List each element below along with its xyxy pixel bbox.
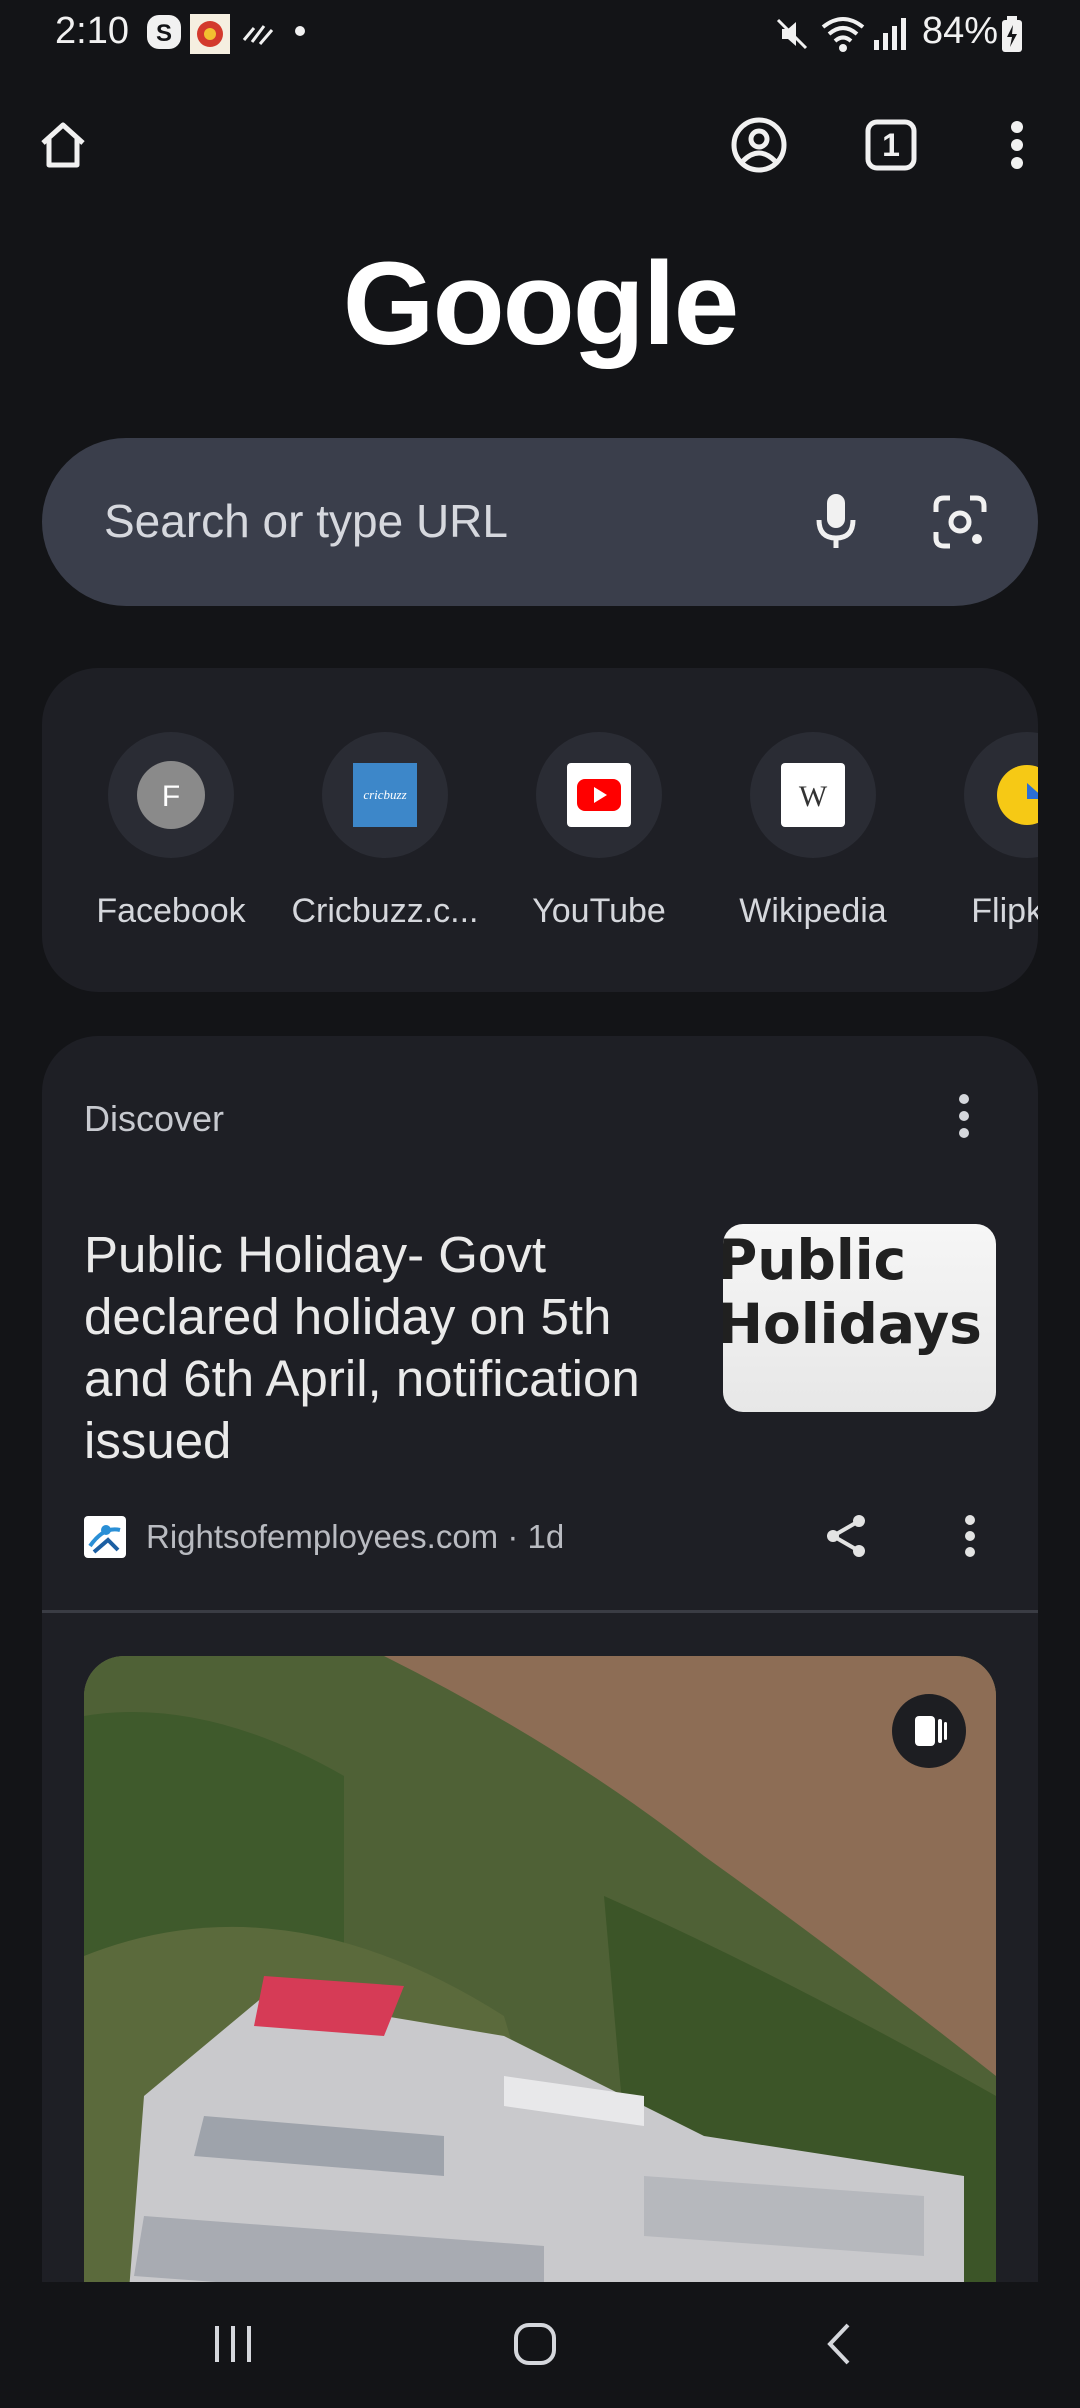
google-logo: Google [342, 238, 739, 370]
mountain-temple-image [84, 1656, 996, 2356]
more-options-button[interactable] [972, 100, 1062, 190]
recent-apps-icon [215, 2326, 251, 2362]
more-notifications-dot-icon [294, 24, 308, 38]
thumbnail-text: Public Holidays [723, 1228, 982, 1356]
video-badge [892, 1694, 966, 1768]
tab-count: 1 [882, 126, 900, 163]
mute-icon [772, 14, 812, 54]
status-time: 2:10 [55, 10, 129, 52]
shortcut-label: Facebook [96, 892, 246, 930]
voice-search-button[interactable] [800, 486, 872, 558]
search-placeholder[interactable]: Search or type URL [104, 494, 508, 548]
shortcut-facebook[interactable]: F Facebook [64, 732, 278, 931]
wikipedia-logo-icon: W [781, 763, 845, 827]
share-icon [827, 1515, 865, 1557]
battery-charging-icon [1000, 14, 1026, 54]
tab-switcher-button[interactable]: 1 [846, 100, 936, 190]
video-icon [915, 1716, 947, 1746]
more-vert-icon [959, 1094, 969, 1138]
facebook-letter-icon: F [137, 761, 205, 829]
mic-icon [816, 494, 856, 548]
skype-notification-icon: S [146, 14, 186, 54]
shortcut-label: Cricbuzz.c... [291, 892, 479, 930]
svg-text:W: W [799, 780, 828, 813]
youtube-logo-icon [567, 763, 631, 827]
wifi-icon [820, 14, 868, 54]
shortcut-flipkart[interactable]: Flipkart [920, 732, 1038, 931]
svg-text:cricbuzz: cricbuzz [363, 787, 406, 802]
shortcut-label: YouTube [532, 892, 666, 930]
account-button[interactable] [714, 100, 804, 190]
search-box[interactable]: Search or type URL [42, 438, 1038, 606]
article-source: Rightsofemployees.com · 1d [146, 1518, 565, 1555]
discover-header: Discover [84, 1098, 225, 1139]
discover-options-button[interactable] [934, 1086, 994, 1146]
most-visited-tiles: F Facebook cricbuzz Cricbuzz.c... YouTub… [42, 668, 1038, 992]
home-icon [41, 122, 85, 168]
more-vert-icon [1011, 121, 1023, 169]
article-thumbnail[interactable]: Public Holidays [723, 1224, 996, 1412]
battery-percent: 84% [921, 10, 998, 52]
back-chevron-icon [827, 2323, 850, 2365]
shortcut-wikipedia[interactable]: W Wikipedia [706, 732, 920, 931]
home-circle-icon [514, 2323, 556, 2365]
signal-icon [870, 14, 910, 54]
browser-toolbar: 1 [0, 100, 1080, 190]
shortcut-cricbuzz[interactable]: cricbuzz Cricbuzz.c... [278, 732, 492, 931]
app-notification-icon [190, 14, 230, 54]
shortcut-youtube[interactable]: YouTube [492, 732, 706, 931]
discover-feed: Discover Public Holiday- Govt declared h… [42, 1036, 1038, 2408]
source-favicon-icon [84, 1516, 126, 1558]
system-navigation-bar [0, 2282, 1080, 2408]
share-button[interactable] [816, 1506, 876, 1566]
data-saver-icon [240, 14, 280, 54]
shortcut-label: Wikipedia [739, 892, 887, 930]
cricbuzz-logo-icon: cricbuzz [353, 763, 417, 827]
svg-text:S: S [156, 20, 172, 47]
lens-search-button[interactable] [924, 486, 996, 558]
google-lens-icon [933, 495, 987, 549]
status-bar: 2:10 S 84% [0, 0, 1080, 70]
back-button[interactable] [794, 2304, 884, 2384]
more-vert-icon [965, 1515, 975, 1557]
feed-divider [42, 1610, 1038, 1613]
article-options-button[interactable] [940, 1506, 1000, 1566]
article-headline[interactable]: Public Holiday- Govt declared holiday on… [84, 1224, 684, 1472]
account-circle-icon [731, 117, 787, 173]
shortcut-label: Flipkart [971, 892, 1038, 930]
recent-apps-button[interactable] [188, 2304, 278, 2384]
svg-text:F: F [162, 780, 180, 813]
flipkart-logo-icon [997, 765, 1038, 825]
home-button[interactable] [18, 100, 108, 190]
home-nav-button[interactable] [490, 2304, 580, 2384]
article-image[interactable] [84, 1656, 996, 2356]
